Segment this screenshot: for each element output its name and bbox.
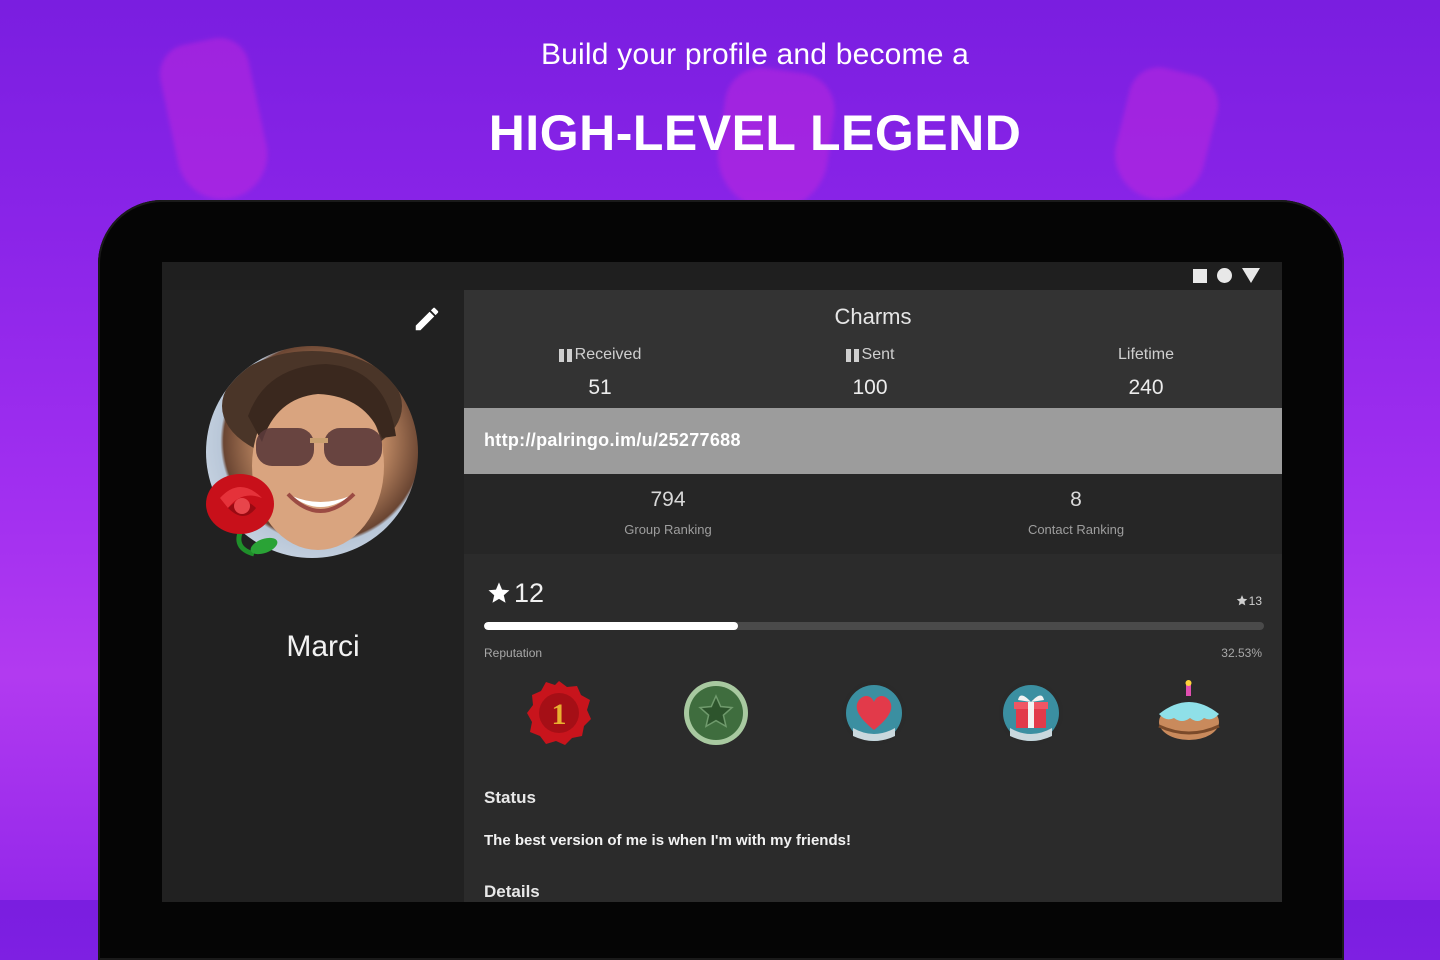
status-text: The best version of me is when I'm with …	[484, 832, 851, 849]
reputation-label: Reputation	[484, 646, 543, 660]
details-heading: Details	[484, 882, 540, 901]
next-level-value: 13	[1248, 594, 1262, 608]
gift-icon	[845, 348, 859, 362]
svg-text:1: 1	[552, 698, 567, 731]
charms-sent[interactable]: Sent 100	[770, 346, 970, 400]
promo-title: HIGH-LEVEL LEGEND	[488, 105, 1022, 161]
group-ranking: 794 Group Ranking	[518, 488, 818, 537]
level-star-icon	[488, 581, 510, 603]
profile-name: Marci	[286, 630, 360, 663]
profile-panel: Marci	[162, 290, 464, 902]
rankings-section: 794 Group Ranking 8 Contact Ranking	[464, 474, 1282, 554]
cupcake-badge[interactable]	[1154, 678, 1224, 748]
achievement-badges: 1	[484, 678, 1274, 758]
charms-lifetime[interactable]: Lifetime 240	[1046, 346, 1246, 400]
contact-ranking: 8 Contact Ranking	[926, 488, 1226, 537]
sent-label: Sent	[861, 346, 895, 363]
heart-badge[interactable]	[839, 678, 909, 748]
profile-url-bar[interactable]: http://palringo.im/u/25277688	[464, 408, 1282, 474]
system-status-bar	[162, 262, 1282, 290]
status-heading: Status	[484, 788, 536, 807]
home-circle-icon	[1217, 268, 1232, 283]
pencil-icon[interactable]	[412, 304, 442, 334]
group-ranking-value: 794	[650, 488, 686, 511]
received-value: 51	[588, 376, 612, 399]
group-ranking-label: Group Ranking	[624, 522, 712, 537]
signal-triangle-icon	[1242, 268, 1260, 283]
reputation-level-value: 12	[514, 578, 545, 608]
reputation-section: 12 13 Reputation 32.53% 1 Status The bes…	[464, 554, 1282, 902]
contact-ranking-label: Contact Ranking	[1027, 522, 1125, 537]
sent-value: 100	[852, 376, 888, 399]
profile-url[interactable]: http://palringo.im/u/25277688	[484, 430, 741, 451]
lifetime-value: 240	[1128, 376, 1164, 399]
reputation-progress-fill	[484, 622, 738, 630]
contact-ranking-value: 8	[1070, 488, 1082, 511]
lifetime-label: Lifetime	[1117, 346, 1175, 363]
charms-received[interactable]: Received 51	[500, 346, 700, 400]
rose-icon	[206, 474, 278, 557]
reputation-level: 12	[484, 578, 544, 609]
charms-title: Charms	[834, 304, 912, 329]
charms-section: Charms Received 51 Sent 100 Lifetime 240	[464, 290, 1282, 408]
reputation-progress-bar	[484, 622, 1264, 630]
gift-badge[interactable]	[996, 678, 1066, 748]
wax-seal-one-badge[interactable]: 1	[524, 678, 594, 748]
green-star-badge[interactable]	[681, 678, 751, 748]
reputation-percent: 32.53%	[1221, 646, 1262, 660]
next-level-star-icon	[1236, 595, 1247, 606]
promo-subtitle: Build your profile and become a	[540, 38, 970, 71]
recents-square-icon	[1193, 268, 1207, 283]
received-label: Received	[574, 346, 642, 363]
gift-icon	[558, 348, 572, 362]
app-screen: Marci Charms Received 51 Sent 100 Lifeti…	[162, 262, 1282, 902]
reputation-next-level: 13	[1235, 594, 1262, 608]
